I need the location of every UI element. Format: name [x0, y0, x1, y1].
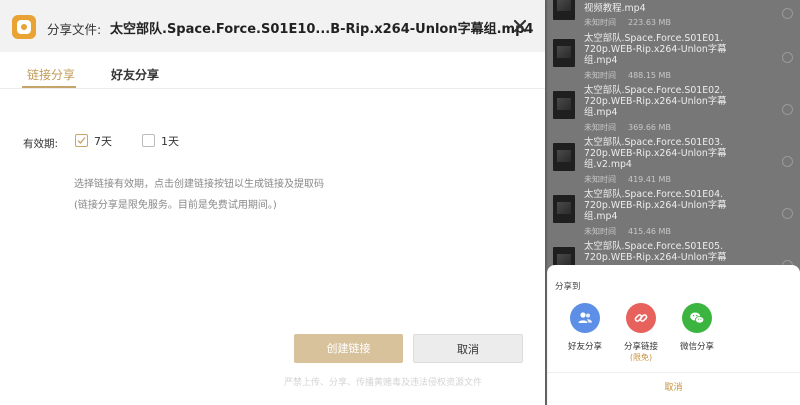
option-label: 1天: [161, 135, 179, 148]
tab-link-share[interactable]: 链接分享: [27, 66, 75, 83]
validity-label: 有效期:: [23, 138, 59, 150]
divider: [547, 372, 800, 373]
video-thumbnail: [553, 0, 575, 20]
file-meta: 未知时间 369.66 MB: [584, 123, 671, 132]
app-logo-icon: [12, 15, 36, 39]
close-icon[interactable]: [512, 18, 528, 34]
file-name: 太空部队.Space.Force.S01E04. 720p.WEB-Rip.x26…: [584, 189, 727, 222]
checkbox-checked: [75, 134, 88, 147]
hint-text: 选择链接有效期，点击创建链接按钮以生成链接及提取码: [74, 179, 324, 190]
checkbox-unchecked: [142, 134, 155, 147]
validity-1-day-checkbox[interactable]: 1天: [142, 133, 182, 148]
share-friend-button[interactable]: 好友分享: [555, 303, 615, 367]
share-link-label: 分享链接: [623, 342, 658, 352]
cancel-button[interactable]: 取消: [413, 334, 523, 363]
share-sheet-title: 分享到: [555, 282, 581, 292]
video-thumbnail: [553, 91, 575, 119]
file-name: 太空部队.Space.Force.S01E01. 720p.WEB-Rip.x26…: [584, 33, 727, 66]
validity-7-days-checkbox[interactable]: 7天: [75, 133, 115, 148]
create-link-button[interactable]: 创建链接: [294, 334, 403, 363]
select-radio[interactable]: [782, 156, 793, 167]
share-sheet-cancel-button[interactable]: 取消: [547, 380, 800, 393]
file-name: 太空部队.Space.Force.S01E05. 720p.WEB-Rip.x26…: [584, 241, 727, 263]
share-dialog: 分享文件: 太空部队.Space.Force.S01E10...B-Rip.x2…: [0, 0, 545, 405]
file-name: 太空部队.Space.Force.S01E03. 720p.WEB-Rip.x26…: [584, 137, 727, 170]
select-radio[interactable]: [782, 8, 793, 19]
video-thumbnail: [553, 143, 575, 171]
legal-notice: 严禁上传、分享、传播黄赌毒及违法侵权资源文件: [284, 378, 483, 388]
link-icon: [626, 303, 656, 333]
file-meta: 未知时间 223.63 MB: [584, 18, 671, 27]
video-thumbnail: [553, 195, 575, 223]
hint-text: (链接分享是限免服务。目前是免费试用期间。): [74, 200, 277, 211]
friends-icon: [570, 303, 600, 333]
select-radio[interactable]: [782, 52, 793, 63]
tab-friend-share[interactable]: 好友分享: [111, 66, 159, 83]
select-radio[interactable]: [782, 208, 793, 219]
share-link-button[interactable]: 分享链接 (限免): [611, 303, 671, 367]
select-radio[interactable]: [782, 104, 793, 115]
share-wechat-label: 微信分享: [679, 342, 714, 352]
file-name: 太空部队.Space.Force.S01E02. 720p.WEB-Rip.x26…: [584, 85, 727, 118]
wechat-icon: [682, 303, 712, 333]
header-label: 分享文件:: [47, 22, 102, 37]
divider: [0, 88, 545, 89]
file-meta: 未知时间 419.41 MB: [584, 175, 671, 184]
shared-file-title: 太空部队.Space.Force.S01E10...B-Rip.x264-Unl…: [110, 22, 534, 37]
file-meta: 未知时间 415.46 MB: [584, 227, 671, 236]
file-meta: 未知时间 488.15 MB: [584, 71, 671, 80]
dialog-header: 分享文件: 太空部队.Space.Force.S01E10...B-Rip.x2…: [0, 0, 545, 52]
option-label: 7天: [94, 135, 112, 148]
video-thumbnail: [553, 39, 575, 67]
share-link-sub-label: (限免): [629, 353, 653, 362]
file-name: 视频教程.mp4: [584, 3, 646, 14]
share-friend-label: 好友分享: [567, 342, 602, 352]
checkmark-icon: [77, 137, 86, 144]
share-sheet: 分享到 好友分享 分享链接 (限免) 微信分享 取消: [547, 265, 800, 405]
share-wechat-button[interactable]: 微信分享: [667, 303, 727, 367]
